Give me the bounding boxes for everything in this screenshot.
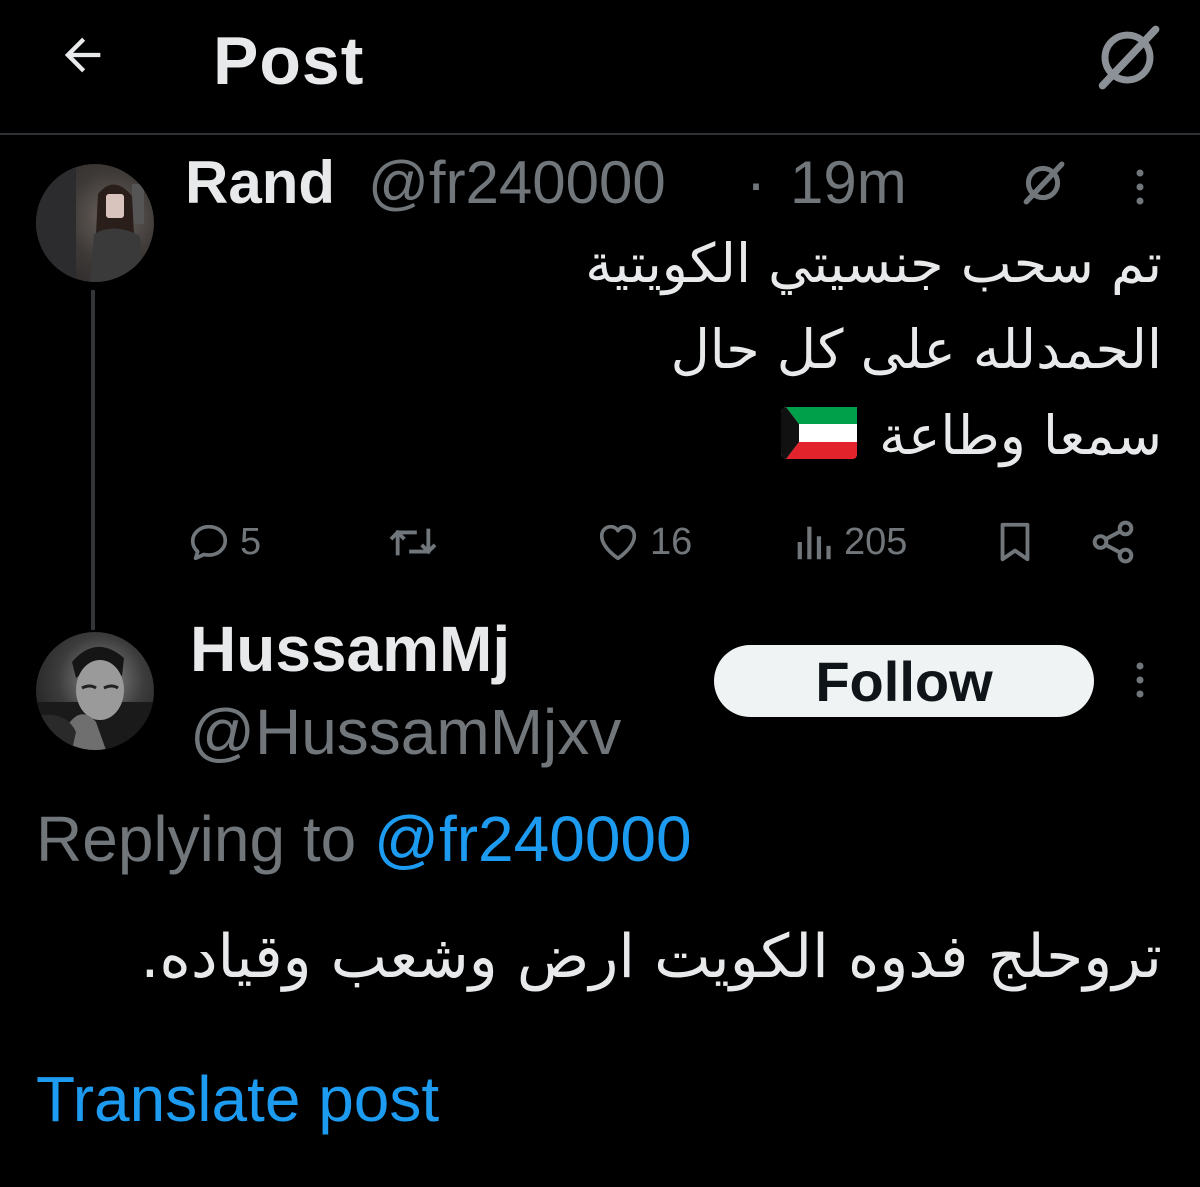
follow-button[interactable]: Follow: [714, 645, 1094, 717]
meta-separator: ·: [746, 149, 766, 216]
author-name[interactable]: Rand: [185, 148, 335, 217]
post-text-line: تم سحب جنسيتي الكويتية: [585, 232, 1162, 295]
grok-explain-button[interactable]: [1018, 158, 1068, 208]
bookmark-icon: [1000, 522, 1030, 562]
post-text-line: سمعا وطاعة: [781, 404, 1162, 467]
page-title: Post: [213, 23, 365, 99]
back-button[interactable]: [48, 20, 118, 90]
arrow-left-icon: [64, 37, 101, 73]
avatar-photo: [36, 646, 154, 750]
author-handle[interactable]: @HussamMjxv: [190, 695, 621, 769]
grok-button[interactable]: [1090, 20, 1165, 95]
post-time[interactable]: 19m: [790, 148, 907, 217]
kuwait-flag-icon: [781, 407, 858, 460]
more-options-button[interactable]: [1130, 658, 1150, 702]
share-icon: [1092, 520, 1134, 564]
share-button[interactable]: [1088, 512, 1138, 572]
more-options-button[interactable]: [1130, 165, 1150, 209]
reply-icon: [190, 524, 228, 561]
bar-chart-icon: [797, 526, 831, 560]
views-button[interactable]: 205: [790, 512, 907, 572]
reply-button[interactable]: 5: [186, 512, 261, 572]
avatar-photo: [36, 164, 144, 282]
reply-text: تروحلج فدوه الكويت ارض وشعب وقياده.: [140, 922, 1162, 992]
replying-to: Replying to @fr240000: [36, 802, 692, 876]
like-button[interactable]: 16: [594, 512, 692, 572]
grok-icon: [1023, 161, 1065, 205]
author-handle[interactable]: @fr240000: [368, 148, 666, 217]
replying-to-link[interactable]: @fr240000: [374, 803, 692, 875]
thread-line: [91, 290, 95, 630]
reply-count: 5: [240, 520, 262, 563]
post-text-line-text: سمعا وطاعة: [879, 404, 1162, 467]
top-bar: [0, 0, 1200, 133]
bookmark-button[interactable]: [992, 512, 1038, 572]
more-vertical-icon: [1136, 169, 1144, 205]
like-count: 16: [650, 520, 693, 563]
avatar[interactable]: [36, 164, 154, 282]
avatar[interactable]: [36, 632, 154, 750]
header-divider: [0, 133, 1200, 135]
view-count: 205: [844, 520, 908, 563]
more-vertical-icon: [1136, 662, 1144, 698]
repost-button[interactable]: [385, 512, 441, 572]
heart-icon: [599, 524, 637, 561]
author-name[interactable]: HussamMj: [190, 612, 510, 686]
post-text-line: الحمدلله على كل حال: [670, 318, 1162, 381]
repost-icon: [389, 528, 437, 556]
grok-icon: [1098, 25, 1160, 90]
translate-post-link[interactable]: Translate post: [36, 1062, 439, 1136]
replying-prefix: Replying to: [36, 803, 374, 875]
